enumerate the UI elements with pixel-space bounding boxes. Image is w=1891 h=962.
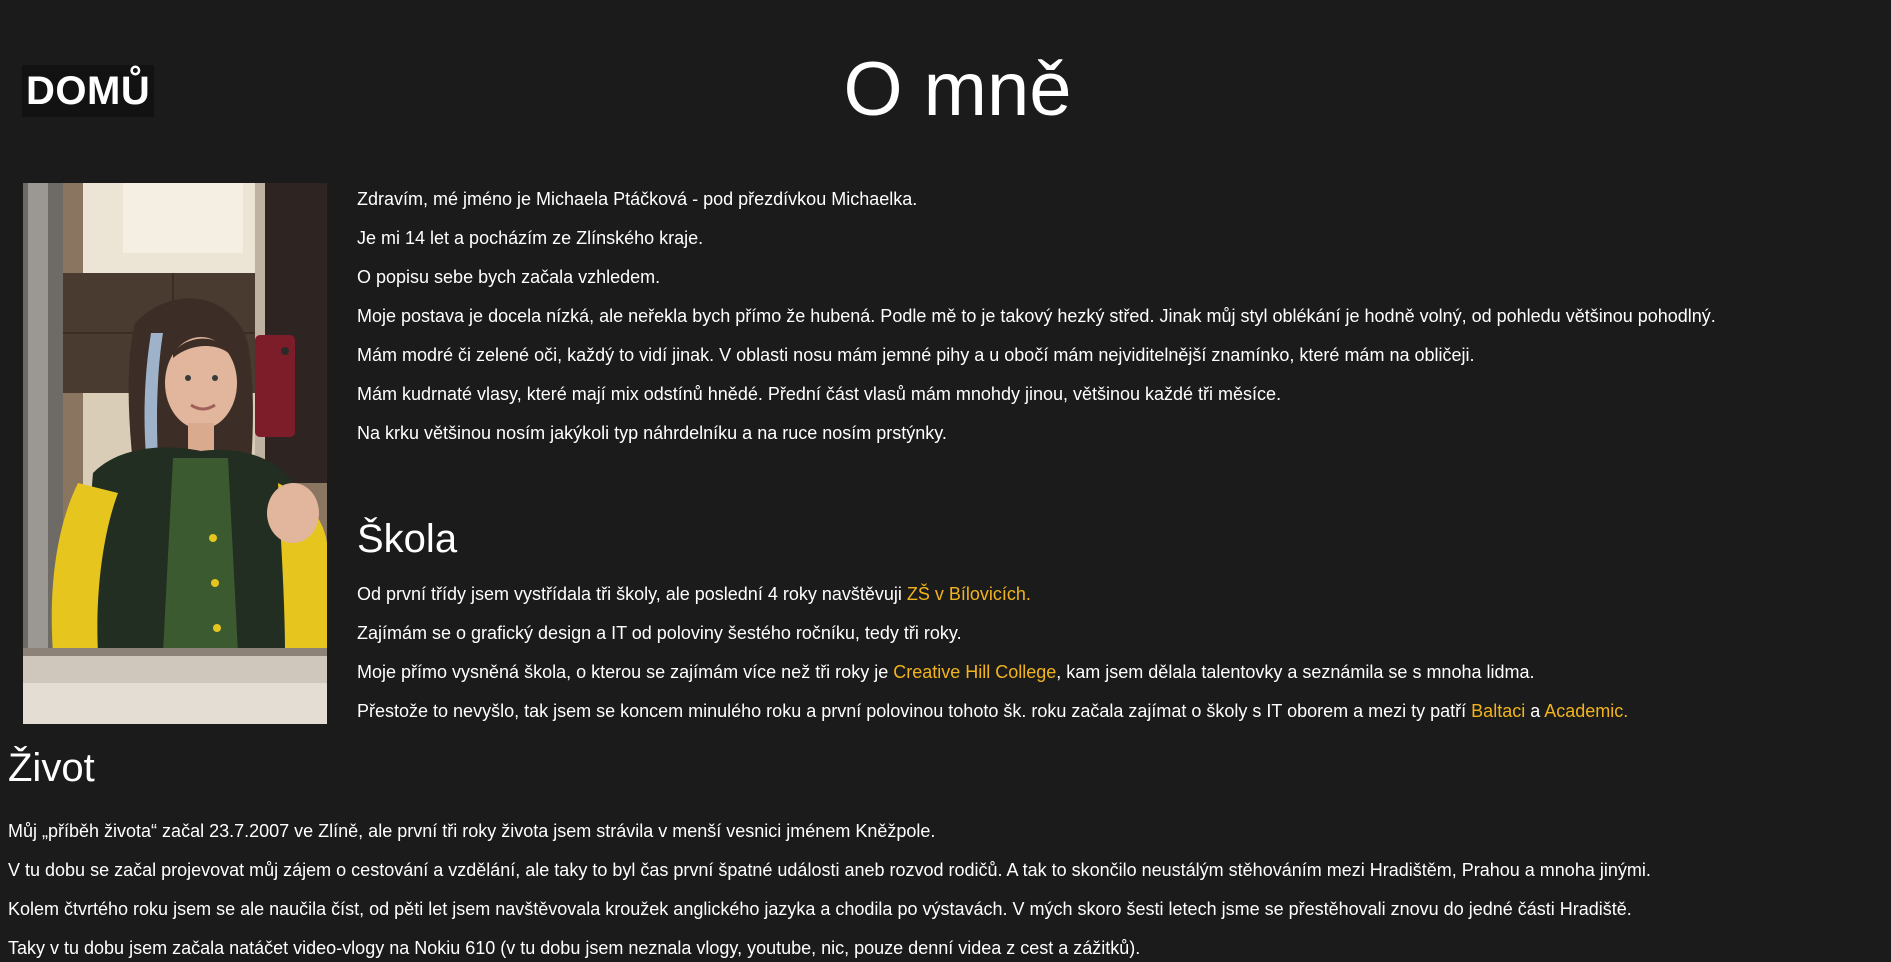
school-text: Přestože to nevyšlo, tak jsem se koncem … [357, 701, 1472, 721]
school-text: Od první třídy jsem vystřídala tři školy… [357, 584, 907, 604]
zs-bilovice-link[interactable]: ZŠ v Bílovicích. [907, 584, 1031, 604]
life-paragraph: Taky v tu dobu jsem začala natáčet video… [8, 938, 1141, 958]
creative-hill-college-link[interactable]: Creative Hill College [893, 662, 1056, 682]
life-paragraph: Můj „příběh života“ začal 23.7.2007 ve Z… [8, 821, 936, 841]
school-paragraph: Přestože to nevyšlo, tak jsem se koncem … [357, 692, 1871, 731]
school-text: a [1525, 701, 1545, 721]
life-paragraph: Kolem čtvrtého roku jsem se ale naučila … [8, 899, 1632, 919]
school-paragraph: Zajímám se o grafický design a IT od pol… [357, 623, 962, 643]
page: DOMŮ O mně Zdravím, mé jméno je Michaela… [0, 0, 1891, 962]
page-title: O mně [843, 47, 1072, 132]
life-heading: Život [8, 746, 95, 790]
school-text: Moje přímo vysněná škola, o kterou se za… [357, 662, 894, 682]
about-paragraph: Mám modré či zelené oči, každý to vidí j… [357, 345, 1475, 365]
school-heading: Škola [357, 517, 458, 561]
about-paragraph: Na krku většinou nosím jakýkoli typ náhr… [357, 423, 947, 443]
school-paragraph: Od první třídy jsem vystřídala tři školy… [357, 575, 1871, 614]
selfie-image [23, 183, 327, 724]
school-text: , kam jsem dělala talentovky a seznámila… [1056, 662, 1535, 682]
school-paragraph: Moje přímo vysněná škola, o kterou se za… [357, 653, 1871, 692]
life-paragraph: V tu dobu se začal projevovat můj zájem … [8, 860, 1651, 880]
academic-link[interactable]: Academic. [1544, 701, 1628, 721]
profile-photo [23, 183, 327, 724]
baltaci-link[interactable]: Baltaci [1471, 701, 1525, 721]
about-paragraph: Je mi 14 let a pocházím ze Zlínského kra… [357, 228, 704, 248]
life-section: Život Můj „příběh života“ začal 23.7.200… [8, 743, 1871, 962]
about-section: Zdravím, mé jméno je Michaela Ptáčková -… [357, 180, 1871, 731]
about-paragraph: Zdravím, mé jméno je Michaela Ptáčková -… [357, 189, 918, 209]
about-paragraph: O popisu sebe bych začala vzhledem. [357, 267, 661, 287]
about-paragraph: Moje postava je docela nízká, ale neřekl… [357, 306, 1716, 326]
about-paragraph: Mám kudrnaté vlasy, které mají mix odstí… [357, 384, 1282, 404]
